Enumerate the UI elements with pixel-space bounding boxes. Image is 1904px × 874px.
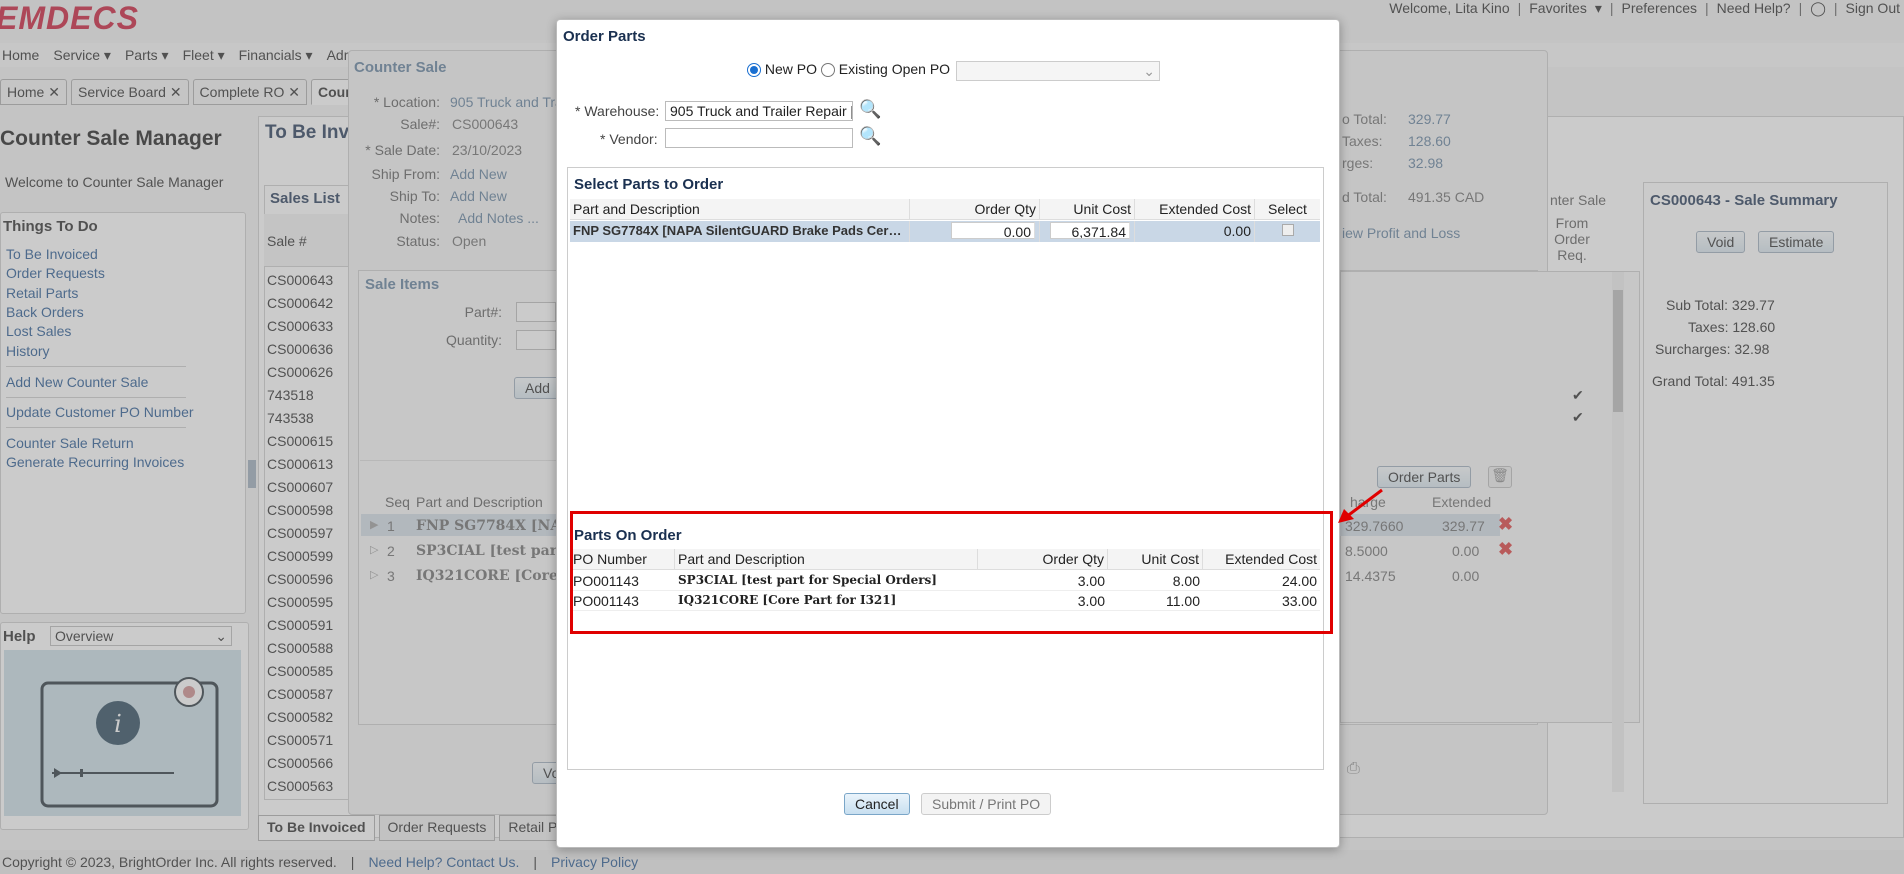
vendor-search-icon[interactable]: 🔍 — [859, 126, 881, 147]
col-order-qty[interactable]: Order Qty — [910, 199, 1040, 219]
submit-print-po-button[interactable]: Submit / Print PO — [921, 793, 1052, 815]
vendor-label: * Vendor: — [600, 131, 658, 147]
cancel-button[interactable]: Cancel — [844, 793, 910, 815]
highlight-box — [570, 511, 1333, 634]
order-qty-input[interactable]: 0.00 — [951, 222, 1035, 239]
warehouse-input[interactable]: 905 Truck and Trailer Repair [ — [665, 101, 853, 121]
col-extended-cost[interactable]: Extended Cost — [1135, 199, 1255, 219]
select-checkbox[interactable] — [1281, 224, 1294, 236]
select-part-description: FNP SG7784X [NAPA SilentGUARD Brake Pads… — [570, 221, 910, 242]
new-po-label[interactable]: New PO — [765, 61, 817, 77]
warehouse-label: * Warehouse: — [575, 103, 660, 119]
existing-po-select[interactable]: ⌄ — [956, 61, 1160, 81]
col-select[interactable]: Select — [1255, 199, 1320, 219]
annotation-arrow-icon — [1338, 488, 1383, 523]
extended-cost-value: 0.00 — [1135, 221, 1255, 242]
modal-title: Order Parts — [563, 28, 646, 45]
vendor-input[interactable] — [665, 128, 853, 148]
po-mode-radios: New PO Existing Open PO — [747, 61, 950, 78]
col-part-description[interactable]: Part and Description — [570, 199, 910, 219]
select-cell — [1255, 221, 1320, 242]
order-qty-cell: 0.00 — [910, 221, 1040, 242]
select-parts-header: Part and Description Order Qty Unit Cost… — [570, 199, 1320, 220]
col-unit-cost[interactable]: Unit Cost — [1040, 199, 1135, 219]
parts-grid-panel — [567, 167, 1324, 770]
new-po-radio[interactable] — [747, 63, 761, 78]
warehouse-search-icon[interactable]: 🔍 — [859, 99, 881, 120]
select-parts-title: Select Parts to Order — [574, 176, 724, 193]
unit-cost-input[interactable]: 6,371.84 — [1050, 222, 1130, 239]
unit-cost-cell: 6,371.84 — [1040, 221, 1135, 242]
table-row[interactable]: FNP SG7784X [NAPA SilentGUARD Brake Pads… — [570, 221, 1320, 242]
existing-po-radio[interactable] — [820, 63, 835, 78]
app-root: EMDECS Welcome, Lita Kino | Favorites ▾ | P… — [0, 0, 1904, 874]
existing-po-label[interactable]: Existing Open PO — [839, 61, 950, 77]
chevron-down-icon: ⌄ — [1143, 63, 1155, 79]
